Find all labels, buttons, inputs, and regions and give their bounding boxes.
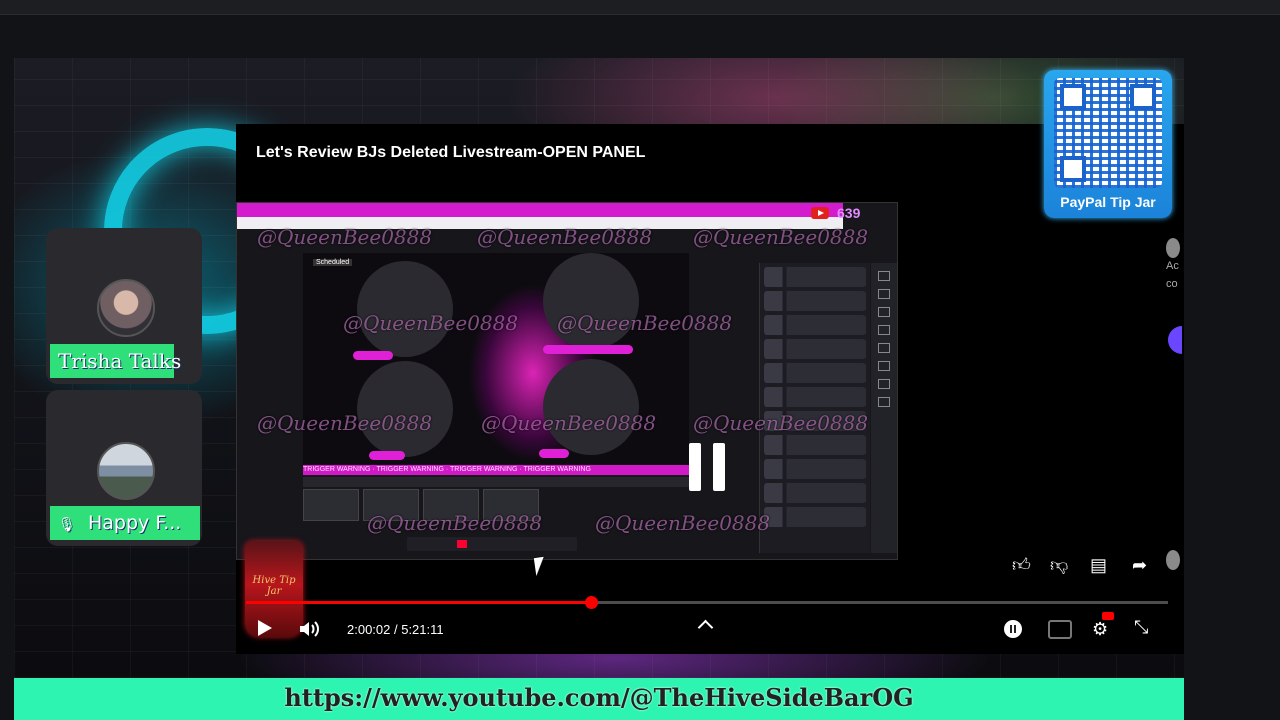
- player-controls: 2:00:02 / 5:21:11 ⚙ ⤡: [236, 612, 1184, 644]
- video-actions: 👍︎ 👎︎ ▤ ➦: [1012, 554, 1172, 578]
- paypal-qr-card: PayPal Tip Jar: [1044, 70, 1172, 218]
- chat-message: [764, 363, 866, 383]
- panelist-name-chip: [539, 449, 569, 458]
- studio-bottom-bar: [407, 537, 577, 551]
- youtube-logo-icon: [811, 207, 829, 219]
- rail-icon: [878, 289, 890, 299]
- guest-card: Trisha Talks: [46, 228, 202, 384]
- rail-icon: [878, 271, 890, 281]
- volume-icon[interactable]: [298, 619, 320, 639]
- share-icon[interactable]: ➦: [1132, 554, 1147, 576]
- embedded-screen-capture: 639 Scheduled TRIGGER WARNING · TRIGGER …: [236, 202, 898, 637]
- viewer-count-badge: 639: [837, 205, 861, 221]
- watermark-text: @QueenBee0888: [595, 511, 771, 535]
- mic-muted-icon: 🎙︎: [58, 517, 76, 533]
- qr-card-label: PayPal Tip Jar: [1060, 194, 1156, 210]
- edge-text: Ac: [1166, 260, 1179, 272]
- panelist-avatar: [543, 359, 639, 455]
- thumbs-down-icon[interactable]: 👎︎: [1050, 554, 1068, 576]
- scheduled-badge: Scheduled: [313, 259, 353, 266]
- chat-message: [764, 339, 866, 359]
- watermark-text: @QueenBee0888: [257, 225, 433, 249]
- watermark-text: @QueenBee0888: [367, 511, 543, 535]
- rail-icon: [878, 307, 890, 317]
- rail-icon: [878, 325, 890, 335]
- autoplay-toggle[interactable]: [1004, 620, 1022, 638]
- watermark-text: @QueenBee0888: [257, 411, 433, 435]
- chat-message: [764, 387, 866, 407]
- avatar: [97, 279, 155, 337]
- avatar: [1166, 550, 1180, 570]
- live-chat-panel: [759, 263, 870, 553]
- browser-tab-bar: [237, 203, 843, 217]
- rail-icon: [878, 343, 890, 353]
- chat-message: [764, 291, 866, 311]
- cc-icon[interactable]: [1048, 620, 1072, 639]
- comment-icon[interactable]: ▤: [1090, 554, 1107, 576]
- chat-message: [764, 315, 866, 335]
- gear-icon[interactable]: ⚙: [1092, 620, 1108, 638]
- rail-icon: [878, 379, 890, 389]
- pause-icon[interactable]: [689, 443, 727, 491]
- panelist-name-chip: [543, 345, 633, 354]
- qr-code-icon: [1054, 78, 1162, 188]
- time-display: 2:00:02 / 5:21:11: [347, 622, 444, 637]
- chat-message: [764, 483, 866, 503]
- progress-bar[interactable]: [246, 596, 1168, 609]
- guest-name-tag: Trisha Talks: [50, 344, 181, 378]
- avatar: [1166, 238, 1180, 258]
- thumbs-up-icon[interactable]: 👍︎: [1012, 554, 1031, 576]
- guest-name: Happy F...: [88, 512, 182, 534]
- chat-message: [764, 507, 866, 527]
- watermark-text: @QueenBee0888: [481, 411, 657, 435]
- guest-name-tag: 🎙︎ Happy F...: [50, 506, 200, 540]
- channel-url-banner[interactable]: https://www.youtube.com/@TheHiveSideBarO…: [14, 678, 1184, 720]
- watermark-text: @QueenBee0888: [557, 311, 733, 335]
- panelist-avatar: [357, 261, 453, 357]
- guest-card: 🎙︎ Happy F...: [46, 390, 202, 546]
- panelist-name-chip: [353, 351, 393, 360]
- exit-fullscreen-icon[interactable]: ⤡: [1134, 618, 1148, 636]
- studio-side-rail: [871, 263, 897, 553]
- studio-toolbar: [303, 477, 689, 487]
- hd-badge: [1102, 612, 1114, 620]
- panelist-name-chip: [369, 451, 405, 460]
- window-top-bar: [0, 0, 1280, 15]
- record-icon: [457, 540, 467, 548]
- panelist-avatar: [357, 361, 453, 457]
- watermark-text: @QueenBee0888: [343, 311, 519, 335]
- play-icon[interactable]: [258, 620, 272, 636]
- tip-jar-label: Hive Tip Jar: [252, 575, 296, 597]
- rail-icon: [878, 361, 890, 371]
- chevron-up-icon[interactable]: [697, 619, 714, 636]
- chat-message: [764, 435, 866, 455]
- chat-message: [764, 459, 866, 479]
- video-player[interactable]: Let's Review BJs Deleted Livestream-OPEN…: [236, 124, 1184, 654]
- edge-text: co: [1166, 278, 1178, 290]
- mouse-cursor-icon: [533, 555, 553, 577]
- trigger-warning-ticker: TRIGGER WARNING · TRIGGER WARNING · TRIG…: [303, 465, 689, 475]
- video-title: Let's Review BJs Deleted Livestream-OPEN…: [256, 144, 646, 161]
- avatar: [97, 442, 155, 500]
- watermark-text: @QueenBee0888: [693, 411, 869, 435]
- watermark-text: @QueenBee0888: [477, 225, 653, 249]
- progress-bar-fill: [246, 601, 591, 604]
- rail-icon: [878, 397, 890, 407]
- watermark-text: @QueenBee0888: [693, 225, 869, 249]
- scrubber-handle[interactable]: [584, 596, 598, 609]
- scene-thumbnail: [303, 489, 359, 521]
- chat-message: [764, 267, 866, 287]
